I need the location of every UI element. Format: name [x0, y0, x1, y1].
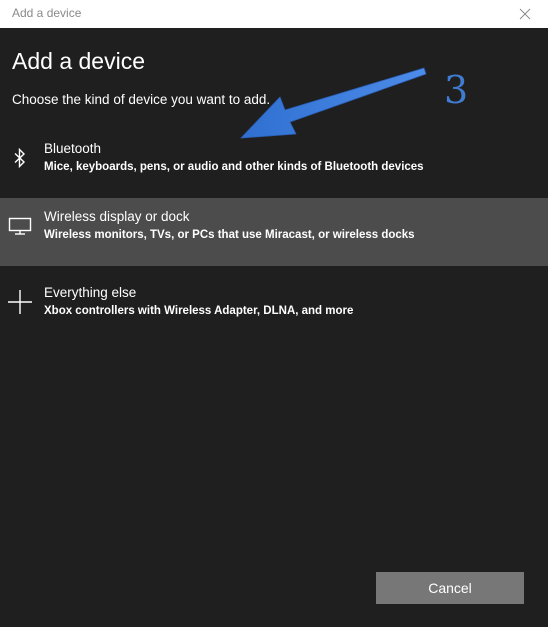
close-button[interactable] — [510, 2, 540, 26]
cancel-button[interactable]: Cancel — [376, 572, 524, 604]
option-title: Bluetooth — [44, 141, 102, 156]
plus-icon — [6, 288, 34, 316]
add-device-dialog: Add a device Add a device Choose the kin… — [0, 0, 548, 627]
close-icon — [519, 8, 531, 20]
option-bluetooth[interactable]: Bluetooth Mice, keyboards, pens, or audi… — [0, 130, 548, 198]
option-description: Wireless monitors, TVs, or PCs that use … — [44, 229, 415, 241]
option-everything-else[interactable]: Everything else Xbox controllers with Wi… — [0, 274, 548, 342]
title-bar: Add a device — [0, 0, 548, 28]
page-title: Add a device — [12, 48, 145, 74]
annotation-step-number: 3 — [444, 68, 469, 112]
monitor-icon — [6, 212, 34, 240]
option-description: Xbox controllers with Wireless Adapter, … — [44, 305, 354, 317]
option-title: Everything else — [44, 285, 137, 300]
window-title: Add a device — [12, 6, 82, 20]
bluetooth-icon — [6, 144, 34, 172]
option-description: Mice, keyboards, pens, or audio and othe… — [44, 161, 424, 173]
option-title: Wireless display or dock — [44, 209, 190, 224]
option-wireless-display[interactable]: Wireless display or dock Wireless monito… — [0, 198, 548, 266]
page-subtitle: Choose the kind of device you want to ad… — [12, 92, 271, 107]
